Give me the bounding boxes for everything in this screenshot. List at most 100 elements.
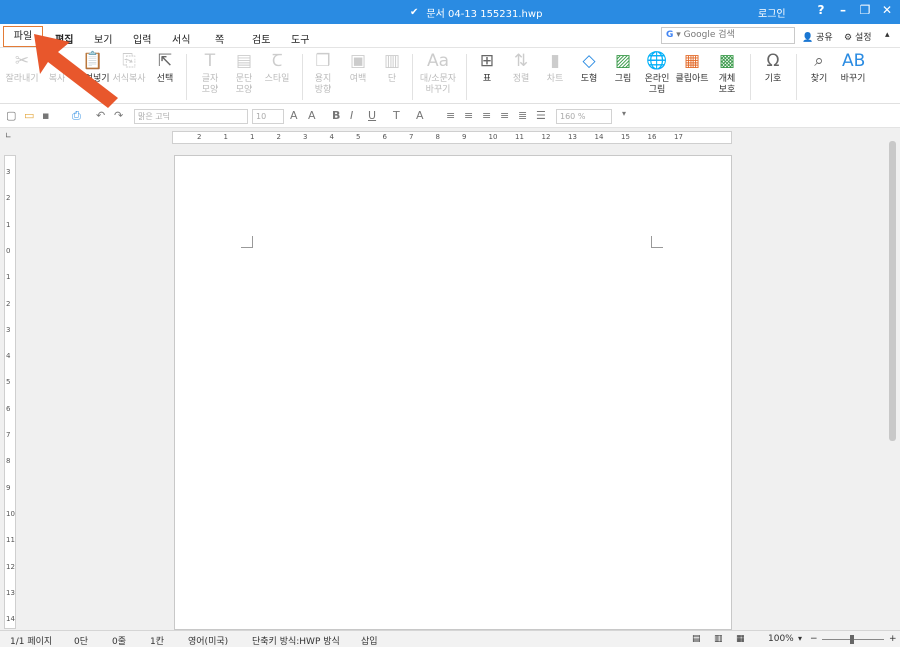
find-button[interactable]: ⌕ 찾기 [806,51,832,85]
replace-button[interactable]: AB 바꾸기 [838,51,868,85]
help-button[interactable]: ? [812,3,830,21]
select-button[interactable]: ⇱ 선택 [152,51,178,85]
status-section: 0단 [74,637,89,647]
style-button[interactable]: Ꞇ 스타일 [262,51,292,85]
case-label-1: 대/소문자 [419,74,457,84]
strikethrough-icon[interactable]: T [393,109,400,122]
underline-icon[interactable]: U [368,109,376,122]
picture-button[interactable]: ▨ 그림 [610,51,636,85]
zoom-level[interactable]: 100% [768,634,794,644]
font-name-select[interactable]: 맑은 고딕 [134,109,248,124]
table-button[interactable]: ⊞ 표 [474,51,500,85]
zoom-select[interactable]: 160 % [556,109,612,124]
case-icon: Aa [427,51,450,71]
ruler-tick-label: 8 [435,133,440,141]
object-protect-button[interactable]: ▩ 개체 보호 [714,51,740,96]
sort-button[interactable]: ⇅ 정렬 [508,51,534,85]
ruler-tick-label: 17 [674,133,683,141]
horizontal-ruler[interactable]: 2 1 1 2 3 4 5 6 7 8 9 10 11 12 13 14 15 16 17 [172,131,732,144]
collapse-ribbon-icon[interactable]: ▴ [885,30,890,40]
column-button[interactable]: ▥ 단 [378,51,406,85]
char-shape-button[interactable]: T 글자 모양 [196,51,224,96]
table-icon: ⊞ [479,51,495,71]
line-spacing-icon[interactable]: ☰ [536,109,546,122]
tab-stop-icon[interactable]: ∟ [5,131,12,140]
open-folder-icon[interactable]: ▭ [24,109,34,122]
restore-button[interactable]: ❐ [856,3,874,21]
menu-tools[interactable]: 도구 [291,31,309,46]
menu-insert[interactable]: 입력 [133,31,151,46]
login-button[interactable]: 로그인 [758,5,786,20]
scrollbar-thumb[interactable] [889,141,896,441]
vertical-ruler[interactable]: 3 2 1 0 1 2 3 4 5 6 7 8 9 10 11 12 13 14 [4,155,16,629]
shape-button[interactable]: ◇ 도형 [576,51,602,85]
zoom-out-icon[interactable]: − [810,634,818,644]
divider [796,54,797,100]
sort-label: 정렬 [512,74,530,84]
undo-icon[interactable]: ↶ [96,109,105,122]
clipart-label: 클립아트 [675,74,709,84]
clipart-button[interactable]: ▦ 클립아트 [674,51,710,85]
format-toolbar: ▢ ▭ ▪ ⎙ ↶ ↷ 맑은 고딕 10 A A B I U T A ≡ ≡ ≡… [0,104,900,128]
style-label: 스타일 [264,74,290,84]
vertical-scrollbar[interactable] [885,131,900,630]
italic-icon[interactable]: I [350,109,353,122]
omega-icon: Ω [766,51,780,71]
google-search-input[interactable]: G ▾ Google 검색 [661,27,795,44]
status-language[interactable]: 영어(미국) [188,634,228,647]
align-justify-icon[interactable]: ≡ [446,109,455,122]
status-bar: 1/1 페이지 0단 0줄 1칸 영어(미국) 단축키 방식:HWP 방식 삽입… [0,630,900,647]
paper-direction-button[interactable]: ❒ 용지 방향 [308,51,338,96]
status-insert-mode[interactable]: 삽입 [361,634,378,647]
menu-format[interactable]: 서식 [172,31,190,46]
case-change-button[interactable]: Aa 대/소문자 바꾸기 [416,51,460,96]
status-line: 0줄 [112,637,127,647]
paper-label-1: 용지 [314,74,332,84]
zoom-in-icon[interactable]: + [889,634,897,644]
ruler-tick-label: 1 [250,133,255,141]
ruler-tick-label: 5 [356,133,361,141]
para-shape-label-1: 문단 [235,74,253,84]
menu-review[interactable]: 검토 [252,31,270,46]
align-right-icon[interactable]: ≡ [500,109,509,122]
new-document-icon[interactable]: ▢ [6,109,16,122]
align-left-icon[interactable]: ≡ [464,109,473,122]
minimize-button[interactable]: – [834,3,852,21]
chart-button[interactable]: ▮ 차트 [542,51,568,85]
bold-icon[interactable]: B [332,109,340,122]
zoom-slider-thumb[interactable] [850,635,854,644]
redo-icon[interactable]: ↷ [114,109,123,122]
close-button[interactable]: ✕ [878,3,896,21]
ruler-tick-label: 2 [6,194,11,203]
web-view-icon[interactable]: ▥ [714,634,723,644]
toolbar-more-icon[interactable]: ▾ [622,109,626,118]
font-shrink-icon[interactable]: A [308,109,316,122]
share-icon: 👤 [802,33,814,43]
font-size-select[interactable]: 10 [252,109,284,124]
char-shape-label-2: 모양 [201,85,219,95]
para-shape-button[interactable]: ▤ 문단 모양 [230,51,258,96]
distribute-icon[interactable]: ≣ [518,109,527,122]
ruler-tick-label: 13 [6,588,15,597]
online-picture-button[interactable]: 🌐 온라인 그림 [642,51,672,96]
divider [750,54,751,100]
margin-button[interactable]: ▣ 여백 [344,51,372,85]
status-shortcut-mode[interactable]: 단축키 방식:HWP 방식 [252,634,340,647]
google-icon: G [666,30,674,40]
symbol-button[interactable]: Ω 기호 [760,51,786,85]
save-icon[interactable]: ▪ [42,109,49,122]
settings-button[interactable]: ⚙ 설정 [844,30,872,43]
ruler-tick-label: 14 [594,133,604,141]
document-page[interactable] [174,155,732,630]
font-color-icon[interactable]: A [416,109,424,122]
print-icon[interactable]: ⎙ [72,109,81,123]
align-center-icon[interactable]: ≡ [482,109,491,122]
multi-page-view-icon[interactable]: ▦ [736,634,745,644]
ribbon: ✂잘라내기 ⧉복사 📋붙여넣기 ⎘서식복사 ⇱선택 T글자모양 ▤문단모양 Ꞇ스… [0,48,900,104]
menu-page[interactable]: 쪽 [215,31,224,46]
font-grow-icon[interactable]: A [290,109,298,122]
zoom-dropdown-icon[interactable]: ▾ [798,634,802,643]
share-button[interactable]: 👤 공유 [802,30,833,43]
page-view-icon[interactable]: ▤ [692,634,701,644]
ruler-tick-label: 10 [488,133,498,141]
